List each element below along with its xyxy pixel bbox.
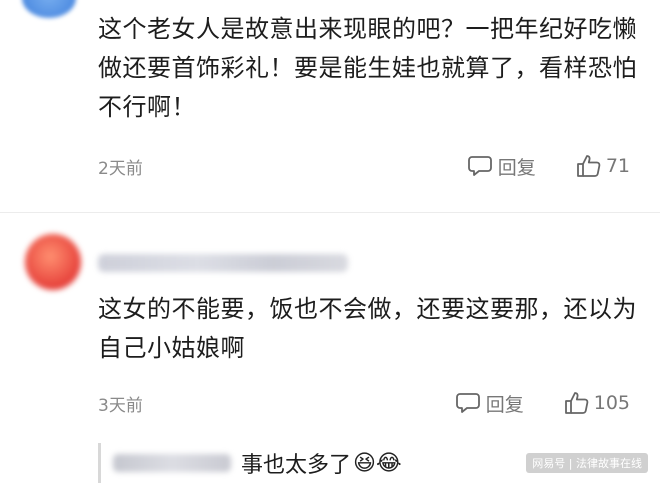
reply-label: 回复 [485, 393, 524, 416]
thumbs-up-icon [564, 391, 594, 415]
reply-text: 事也太多了 [241, 453, 352, 478]
thumbs-up-icon [576, 154, 606, 178]
like-button[interactable]: 71 [576, 154, 630, 178]
reply-button[interactable]: 回复 [467, 153, 536, 180]
comment-actions: 回复 71 [467, 152, 630, 180]
comment-time: 3天前 [98, 395, 143, 416]
avatar[interactable] [22, 0, 76, 18]
reply-button[interactable]: 回复 [455, 390, 524, 417]
comment-meta: 3天前 回复 105 [98, 389, 630, 417]
comment-bubble-icon [467, 155, 498, 177]
comment-bubble-icon [455, 392, 486, 414]
like-button[interactable]: 105 [564, 391, 630, 415]
divider [0, 212, 660, 213]
username-blurred[interactable] [98, 254, 348, 272]
reply-preview[interactable]: 事也太多了 😆😂 [98, 443, 402, 483]
like-count: 105 [593, 392, 630, 414]
comment-text: 这女的不能要，饭也不会做，还要这要那，还以为自己小姑娘啊 [98, 295, 637, 362]
laughing-emoji-icon: 😆😂 [353, 450, 402, 476]
reply-username-blurred [113, 454, 231, 472]
comment-meta: 2天前 回复 71 [98, 152, 630, 180]
like-count: 71 [605, 155, 630, 177]
avatar[interactable] [25, 234, 81, 290]
comment-text: 这个老女人是故意出来现眼的吧？一把年纪好吃懒做还要首饰彩礼！要是能生娃也就算了，… [98, 15, 637, 121]
reply-label: 回复 [497, 156, 536, 179]
comment-time: 2天前 [98, 158, 143, 179]
watermark: 网易号 | 法律故事在线 [526, 453, 648, 473]
comment-actions: 回复 105 [455, 389, 630, 417]
